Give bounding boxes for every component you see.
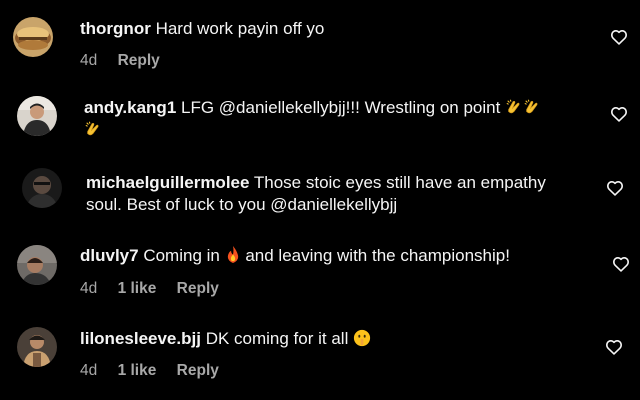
comment-item: thorgnor Hard work payin off yo 4d Reply: [0, 0, 640, 85]
reply-button[interactable]: Reply: [177, 362, 219, 379]
comment-meta: 4d 1 like Reply: [80, 280, 235, 298]
avatar[interactable]: [22, 168, 62, 208]
comment-item: michaelguillermolee Those stoic eyes sti…: [0, 160, 640, 230]
comment-username[interactable]: michaelguillermolee: [86, 173, 249, 192]
comment-text: and leaving with the championship!: [245, 246, 510, 265]
comment-text: Hard work payin off yo: [155, 19, 325, 38]
heart-icon[interactable]: [605, 339, 623, 355]
comment-text: Coming in: [143, 246, 220, 265]
like-count[interactable]: 1 like: [118, 280, 157, 297]
comment-body: michaelguillermolee Those stoic eyes sti…: [86, 172, 586, 216]
comment-body: lilonesleeve.bjj DK coming for it all: [80, 328, 580, 350]
comment-time: 4d: [80, 52, 98, 69]
comment-meta: 4d 1 like Reply: [80, 362, 235, 380]
comment-username[interactable]: thorgnor: [80, 19, 151, 38]
comment-body: thorgnor Hard work payin off yo: [80, 18, 580, 40]
heart-icon[interactable]: [606, 180, 624, 196]
heart-icon[interactable]: [610, 106, 628, 122]
comment-text: LFG @daniellekellybjj!!! Wrestling on po…: [181, 98, 501, 117]
reply-button[interactable]: Reply: [118, 52, 160, 69]
clapping-hands-icon: [505, 98, 523, 119]
avatar[interactable]: [17, 327, 57, 367]
comment-body: dluvly7 Coming in and leaving with the c…: [80, 245, 600, 267]
fire-icon: [225, 245, 241, 267]
reply-button[interactable]: Reply: [177, 280, 219, 297]
comment-item: andy.kang1 LFG @daniellekellybjj!!! Wres…: [0, 85, 640, 160]
comment-time: 4d: [80, 280, 98, 297]
heart-icon[interactable]: [612, 256, 630, 272]
shushing-face-icon: [353, 329, 371, 350]
comment-body: andy.kang1 LFG @daniellekellybjj!!! Wres…: [84, 97, 584, 141]
comment-item: lilonesleeve.bjj DK coming for it all 4d…: [0, 315, 640, 400]
heart-icon[interactable]: [610, 29, 628, 45]
comment-meta: 4d Reply: [80, 52, 176, 70]
avatar[interactable]: [17, 96, 57, 136]
avatar[interactable]: [13, 17, 53, 57]
like-count[interactable]: 1 like: [118, 362, 157, 379]
comment-item: dluvly7 Coming in and leaving with the c…: [0, 230, 640, 315]
comment-username[interactable]: andy.kang1: [84, 98, 176, 117]
comment-username[interactable]: lilonesleeve.bjj: [80, 329, 201, 348]
clapping-hands-icon: [84, 120, 102, 141]
avatar[interactable]: [17, 245, 57, 285]
comment-text: DK coming for it all: [205, 329, 349, 348]
comment-username[interactable]: dluvly7: [80, 246, 139, 265]
clapping-hands-icon: [523, 98, 541, 119]
comment-time: 4d: [80, 362, 98, 379]
